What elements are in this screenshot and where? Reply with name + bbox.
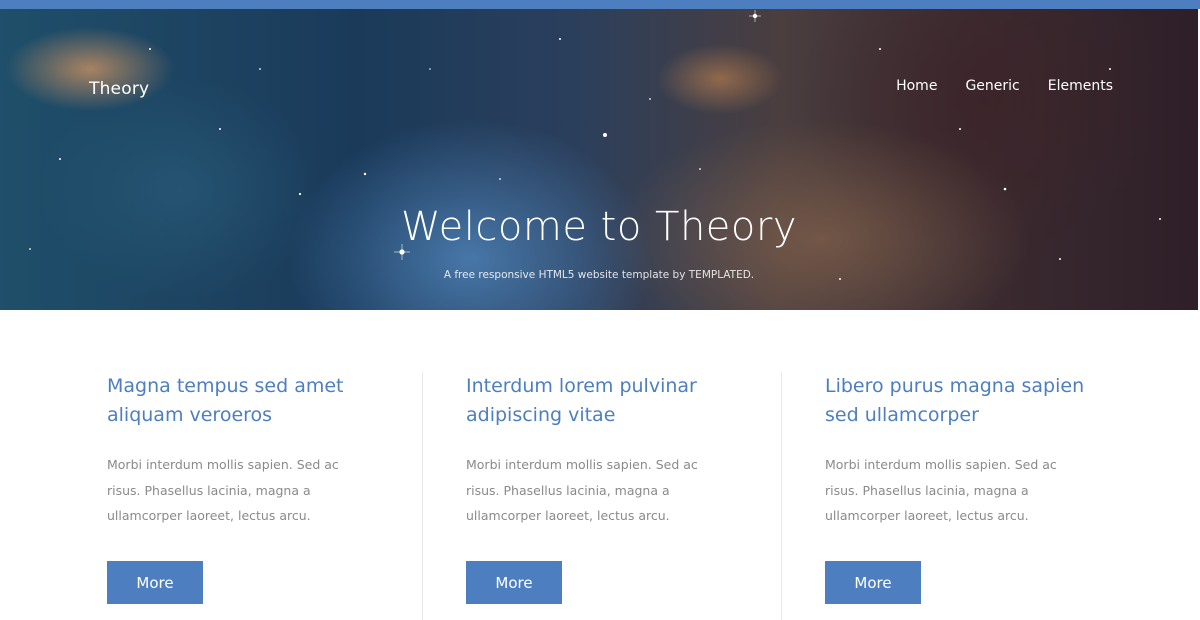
starfield-background: [29, 10, 1161, 280]
feature-text-line: risus. Phasellus lacinia, magna a: [466, 482, 670, 498]
column-divider: [781, 372, 782, 620]
feature-text-line: ullamcorper laoreet, lectus arcu.: [107, 508, 311, 523]
site-logo[interactable]: Theory: [89, 79, 149, 99]
feature-text: Morbi interdum mollis sapien. Sed ac ris…: [466, 452, 726, 529]
feature-title: Libero purus magna sapien sed ullamcorpe…: [825, 372, 1105, 430]
column-divider: [422, 372, 423, 620]
feature-title-line: Magna tempus sed amet: [107, 375, 344, 397]
features-section: Magna tempus sed amet aliquam veroeros M…: [0, 310, 1200, 620]
feature-title-line: adipiscing vitae: [466, 404, 616, 426]
feature-text-line: ullamcorper laoreet, lectus arcu.: [825, 508, 1029, 523]
feature-text-line: Morbi interdum mollis sapien. Sed ac: [107, 457, 339, 472]
feature-title-line: Interdum lorem pulvinar: [466, 375, 697, 397]
main-nav: Home Generic Elements: [896, 78, 1113, 94]
feature-title-line: sed ullamcorper: [825, 404, 979, 426]
feature-title: Interdum lorem pulvinar adipiscing vitae: [466, 372, 746, 430]
hero-title: Welcome to Theory: [400, 204, 798, 250]
feature-text-line: risus. Phasellus lacinia, magna a: [825, 482, 1029, 498]
top-accent-bar: [0, 0, 1200, 9]
feature-text-line: ullamcorper laoreet, lectus arcu.: [466, 508, 670, 523]
hero-banner: Theory Home Generic Elements Welcome to …: [0, 9, 1198, 310]
feature-text: Morbi interdum mollis sapien. Sed ac ris…: [825, 452, 1085, 529]
feature-text: Morbi interdum mollis sapien. Sed ac ris…: [107, 452, 367, 529]
more-button[interactable]: More: [466, 561, 562, 604]
nav-item-home[interactable]: Home: [896, 78, 937, 94]
feature-card-1: Magna tempus sed amet aliquam veroeros M…: [107, 372, 397, 620]
more-button[interactable]: More: [825, 561, 921, 604]
feature-card-3: Libero purus magna sapien sed ullamcorpe…: [825, 372, 1115, 620]
feature-text-line: risus. Phasellus lacinia, magna a: [107, 482, 311, 498]
feature-title: Magna tempus sed amet aliquam veroeros: [107, 372, 387, 430]
more-button[interactable]: More: [107, 561, 203, 604]
feature-title-line: aliquam veroeros: [107, 404, 273, 426]
feature-text-line: Morbi interdum mollis sapien. Sed ac: [825, 457, 1057, 472]
nav-item-elements[interactable]: Elements: [1048, 78, 1113, 94]
feature-text-line: Morbi interdum mollis sapien. Sed ac: [466, 457, 698, 472]
feature-card-2: Interdum lorem pulvinar adipiscing vitae…: [466, 372, 756, 620]
feature-title-line: Libero purus magna sapien: [825, 375, 1085, 397]
hero-subtitle: A free responsive HTML5 website template…: [443, 269, 755, 281]
nav-item-generic[interactable]: Generic: [965, 78, 1019, 94]
